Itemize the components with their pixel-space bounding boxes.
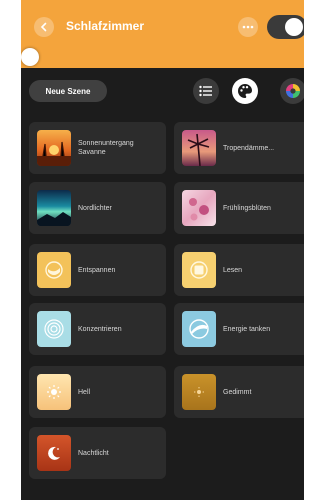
scene-card-lesen[interactable]: Lesen (174, 244, 304, 296)
list-icon (199, 85, 212, 97)
scene-card-sonnenuntergang-savanne[interactable]: Sonnenuntergang Savanne (29, 122, 166, 174)
scene-label: Sonnenuntergang Savanne (78, 140, 134, 156)
scene-card-entspannen[interactable]: Entspannen (29, 244, 166, 296)
scene-label: Gedimmt (223, 388, 252, 396)
scene-card-energie-tanken[interactable]: Energie tanken (174, 303, 304, 355)
color-view-button[interactable] (280, 78, 304, 104)
spring-blossoms-image (182, 190, 216, 226)
new-scene-button[interactable]: Neue Szene (29, 80, 107, 102)
scene-label: Entspannen (78, 266, 116, 274)
scene-label: Hell (78, 388, 91, 396)
palette-icon (238, 84, 252, 98)
scene-label: Tropendämme... (223, 144, 275, 152)
bright-icon (37, 374, 71, 410)
chevron-left-icon (40, 22, 47, 32)
scene-card-nordlichter[interactable]: Nordlichter (29, 182, 166, 234)
sunset-savanna-image (37, 130, 71, 166)
room-power-toggle[interactable] (267, 15, 304, 39)
brightness-slider-thumb[interactable] (21, 48, 39, 66)
scene-card-fruehlingsblueten[interactable]: Frühlingsblüten (174, 182, 304, 234)
scene-label: Konzentrieren (78, 325, 122, 333)
relax-icon (37, 252, 71, 288)
brightness-slider[interactable] (21, 47, 304, 65)
back-button[interactable] (34, 17, 54, 37)
northern-lights-image (37, 190, 71, 226)
energize-icon (182, 311, 216, 347)
scene-label: Energie tanken (223, 325, 271, 333)
read-icon (182, 252, 216, 288)
more-options-button[interactable] (238, 17, 258, 37)
page-title: Schlafzimmer (66, 19, 145, 33)
color-wheel-icon (286, 84, 300, 98)
dimmed-icon (182, 374, 216, 410)
scene-label: Nachtlicht (78, 449, 109, 457)
scene-label: Lesen (223, 266, 243, 274)
scene-card-gedimmt[interactable]: Gedimmt (174, 366, 304, 418)
list-view-button[interactable] (193, 78, 219, 104)
nightlight-icon (37, 435, 71, 471)
toggle-knob (285, 18, 303, 36)
palette-view-button[interactable] (232, 78, 258, 104)
palm-tree-image (182, 130, 216, 166)
scene-screen: Schlafzimmer Neue Szene Sonnenuntergang … (21, 0, 304, 500)
more-icon (242, 25, 254, 29)
concentrate-icon (37, 311, 71, 347)
scene-card-tropendaemmerung[interactable]: Tropendämme... (174, 122, 304, 174)
scene-card-konzentrieren[interactable]: Konzentrieren (29, 303, 166, 355)
scene-label: Nordlichter (78, 204, 112, 212)
scene-card-hell[interactable]: Hell (29, 366, 166, 418)
room-header: Schlafzimmer (21, 0, 304, 68)
scene-label: Frühlingsblüten (223, 204, 271, 212)
scene-card-nachtlicht[interactable]: Nachtlicht (29, 427, 166, 479)
